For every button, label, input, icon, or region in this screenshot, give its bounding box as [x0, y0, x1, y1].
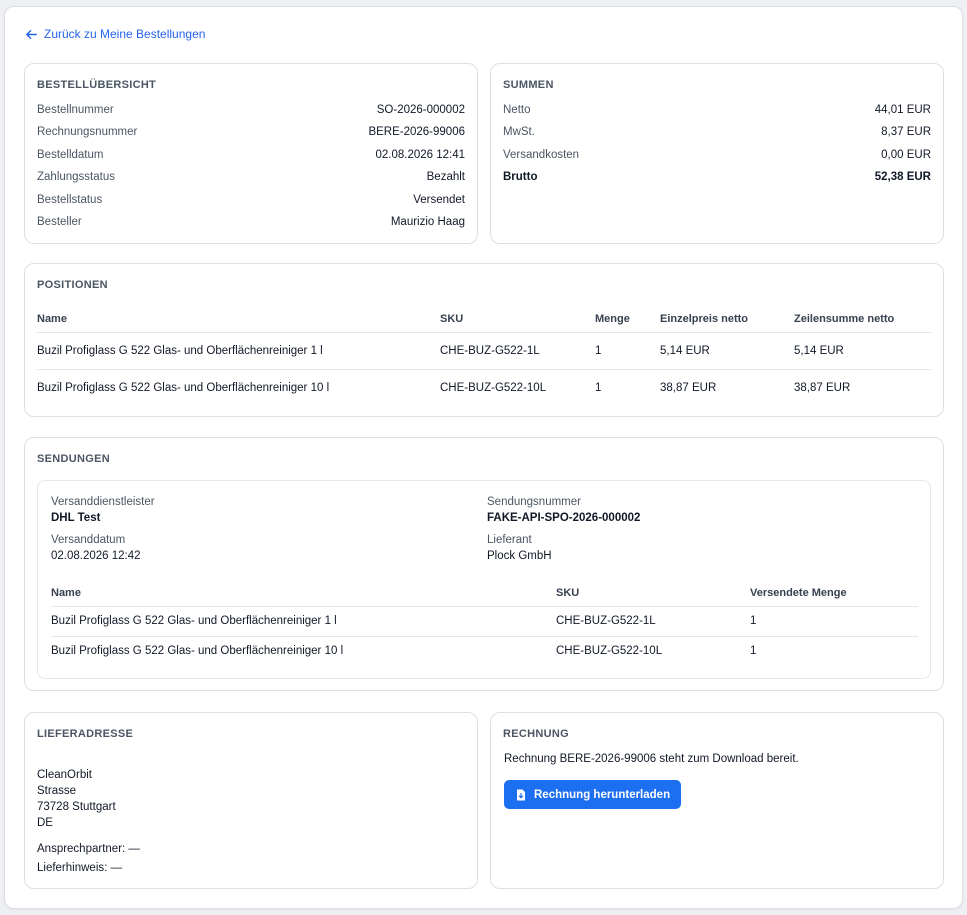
table-cell: 1: [750, 645, 757, 658]
table-cell: 5,14 EUR: [660, 332, 794, 370]
totals-value: 52,38 EUR: [874, 171, 931, 183]
overview-row: Zahlungsstatus Bezahlt: [37, 171, 465, 183]
shipments-card: SENDUNGEN Versanddienstleister DHL Test …: [24, 437, 944, 691]
table-cell: Buzil Profiglass G 522 Glas- und Oberflä…: [37, 332, 440, 370]
totals-row: Versandkosten 0,00 EUR: [503, 149, 931, 161]
delivery-address-card: LIEFERADRESSE CleanOrbit Strasse 73728 S…: [24, 712, 478, 889]
invoice-card: RECHNUNG Rechnung BERE-2026-99006 steht …: [490, 712, 944, 889]
totals-row: Netto 44,01 EUR: [503, 104, 931, 116]
table-cell: Buzil Profiglass G 522 Glas- und Oberflä…: [51, 606, 556, 637]
overview-label: Zahlungsstatus: [37, 171, 115, 183]
delivery-note: Lieferhinweis: —: [37, 862, 123, 874]
invoice-title: RECHNUNG: [503, 728, 569, 740]
table-cell: CHE-BUZ-G522-1L: [440, 332, 595, 370]
invoice-text: Rechnung BERE-2026-99006 steht zum Downl…: [504, 753, 799, 765]
overview-row: Rechnungsnummer BERE-2026-99006: [37, 126, 465, 138]
table-cell: Buzil Profiglass G 522 Glas- und Oberflä…: [51, 645, 344, 658]
address-line: DE: [37, 817, 53, 829]
totals-label: MwSt.: [503, 126, 535, 138]
contact-person: Ansprechpartner: —: [37, 843, 140, 855]
overview-value: Bezahlt: [426, 171, 465, 183]
table-cell: 1: [750, 606, 918, 637]
overview-row: Besteller Maurizio Haag: [37, 216, 465, 228]
overview-label: Bestelldatum: [37, 149, 104, 161]
download-invoice-label[interactable]: Rechnung herunterladen: [534, 789, 670, 801]
back-link-label[interactable]: Zurück zu Meine Bestellungen: [44, 27, 205, 41]
download-invoice-button[interactable]: Rechnung herunterladen: [504, 780, 682, 809]
address-line: Strasse: [37, 785, 76, 797]
table-cell: 1: [595, 381, 602, 394]
table-cell: CHE-BUZ-G522-10L: [440, 381, 547, 394]
column-header: Versendete Menge: [750, 580, 918, 607]
ship-date-value: 02.08.2026 12:42: [51, 550, 141, 562]
supplier-value: Plock GmbH: [487, 550, 552, 562]
overview-value: SO-2026-000002: [376, 104, 465, 116]
overview-row: Bestelldatum 02.08.2026 12:41: [37, 149, 465, 161]
shipments-title: SENDUNGEN: [37, 453, 110, 465]
supplier-label: Lieferant: [487, 534, 532, 546]
column-header: SKU: [556, 580, 750, 607]
arrow-left-icon: [26, 29, 37, 39]
table-cell: CHE-BUZ-G522-1L: [556, 606, 750, 637]
order-overview-card: BESTELLÜBERSICHT Bestellnummer SO-2026-00…: [24, 63, 478, 244]
table-cell: 1: [595, 332, 660, 370]
totals-value: 8,37 EUR: [881, 126, 931, 138]
table-row: Buzil Profiglass G 522 Glas- und Oberflä…: [51, 636, 918, 666]
table-header-row: Name SKU Menge Einzelpreis netto Zeilens…: [37, 306, 931, 333]
column-header: Name: [37, 306, 440, 333]
column-header: Zeilensumme netto: [794, 306, 931, 333]
column-header: Menge: [595, 306, 660, 333]
overview-row: Bestellstatus Versendet: [37, 194, 465, 206]
column-header: Einzelpreis netto: [660, 306, 794, 333]
address-title: LIEFERADRESSE: [37, 728, 134, 740]
totals-row-gross: Brutto 52,38 EUR: [503, 171, 931, 183]
tracking-value: FAKE-API-SPO-2026-000002: [487, 512, 641, 524]
file-download-icon: [517, 789, 525, 800]
table-row: Buzil Profiglass G 522 Glas- und Oberflä…: [37, 332, 931, 370]
shipment-items-table: Name SKU Versendete Menge Buzil Profigla…: [51, 580, 918, 666]
overview-label: Besteller: [37, 216, 82, 228]
table-cell: 38,87 EUR: [660, 381, 717, 394]
totals-row: MwSt. 8,37 EUR: [503, 126, 931, 138]
address-line: CleanOrbit: [37, 769, 92, 781]
shipment-entry: Versanddienstleister DHL Test Sendungsnu…: [37, 480, 931, 679]
overview-value: Versendet: [413, 194, 465, 206]
totals-card: SUMMEN Netto 44,01 EUR MwSt. 8,37 EUR Vers…: [490, 63, 944, 244]
overview-value: 02.08.2026 12:41: [375, 149, 465, 161]
column-header: Name: [51, 580, 556, 607]
table-row: Buzil Profiglass G 522 Glas- und Oberflä…: [37, 369, 931, 406]
positions-card: POSITIONEN Name SKU Menge Einzelpreis ne…: [24, 263, 944, 417]
ship-date-label: Versanddatum: [51, 534, 126, 546]
totals-value: 0,00 EUR: [881, 149, 931, 161]
totals-label: Netto: [503, 104, 531, 116]
table-cell: 5,14 EUR: [794, 332, 931, 370]
totals-value: 44,01 EUR: [874, 104, 931, 116]
table-cell: Buzil Profiglass G 522 Glas- und Oberflä…: [37, 381, 330, 394]
overview-label: Bestellnummer: [37, 104, 114, 116]
back-link[interactable]: Zurück zu Meine Bestellungen: [25, 27, 205, 41]
order-detail-page: Zurück zu Meine Bestellungen BESTELLÜBER…: [4, 6, 963, 909]
overview-value: Maurizio Haag: [390, 216, 465, 228]
overview-value: BERE-2026-99006: [368, 126, 465, 138]
totals-label: Brutto: [503, 171, 538, 183]
table-header-row: Name SKU Versendete Menge: [51, 580, 918, 607]
positions-title: POSITIONEN: [37, 279, 108, 291]
table-row: Buzil Profiglass G 522 Glas- und Oberflä…: [51, 606, 918, 637]
overview-label: Rechnungsnummer: [37, 126, 138, 138]
totals-title: SUMMEN: [503, 79, 554, 91]
table-cell: 38,87 EUR: [794, 381, 851, 394]
overview-title: BESTELLÜBERSICHT: [37, 79, 157, 91]
carrier-label: Versanddienstleister: [51, 496, 155, 508]
table-cell: CHE-BUZ-G522-10L: [556, 645, 663, 658]
address-line: 73728 Stuttgart: [37, 801, 116, 813]
overview-row: Bestellnummer SO-2026-000002: [37, 104, 465, 116]
column-header: SKU: [440, 306, 595, 333]
positions-table: Name SKU Menge Einzelpreis netto Zeilens…: [37, 306, 931, 406]
carrier-value: DHL Test: [51, 512, 101, 524]
overview-label: Bestellstatus: [37, 194, 103, 206]
tracking-label: Sendungsnummer: [487, 496, 581, 508]
totals-label: Versandkosten: [503, 149, 580, 161]
